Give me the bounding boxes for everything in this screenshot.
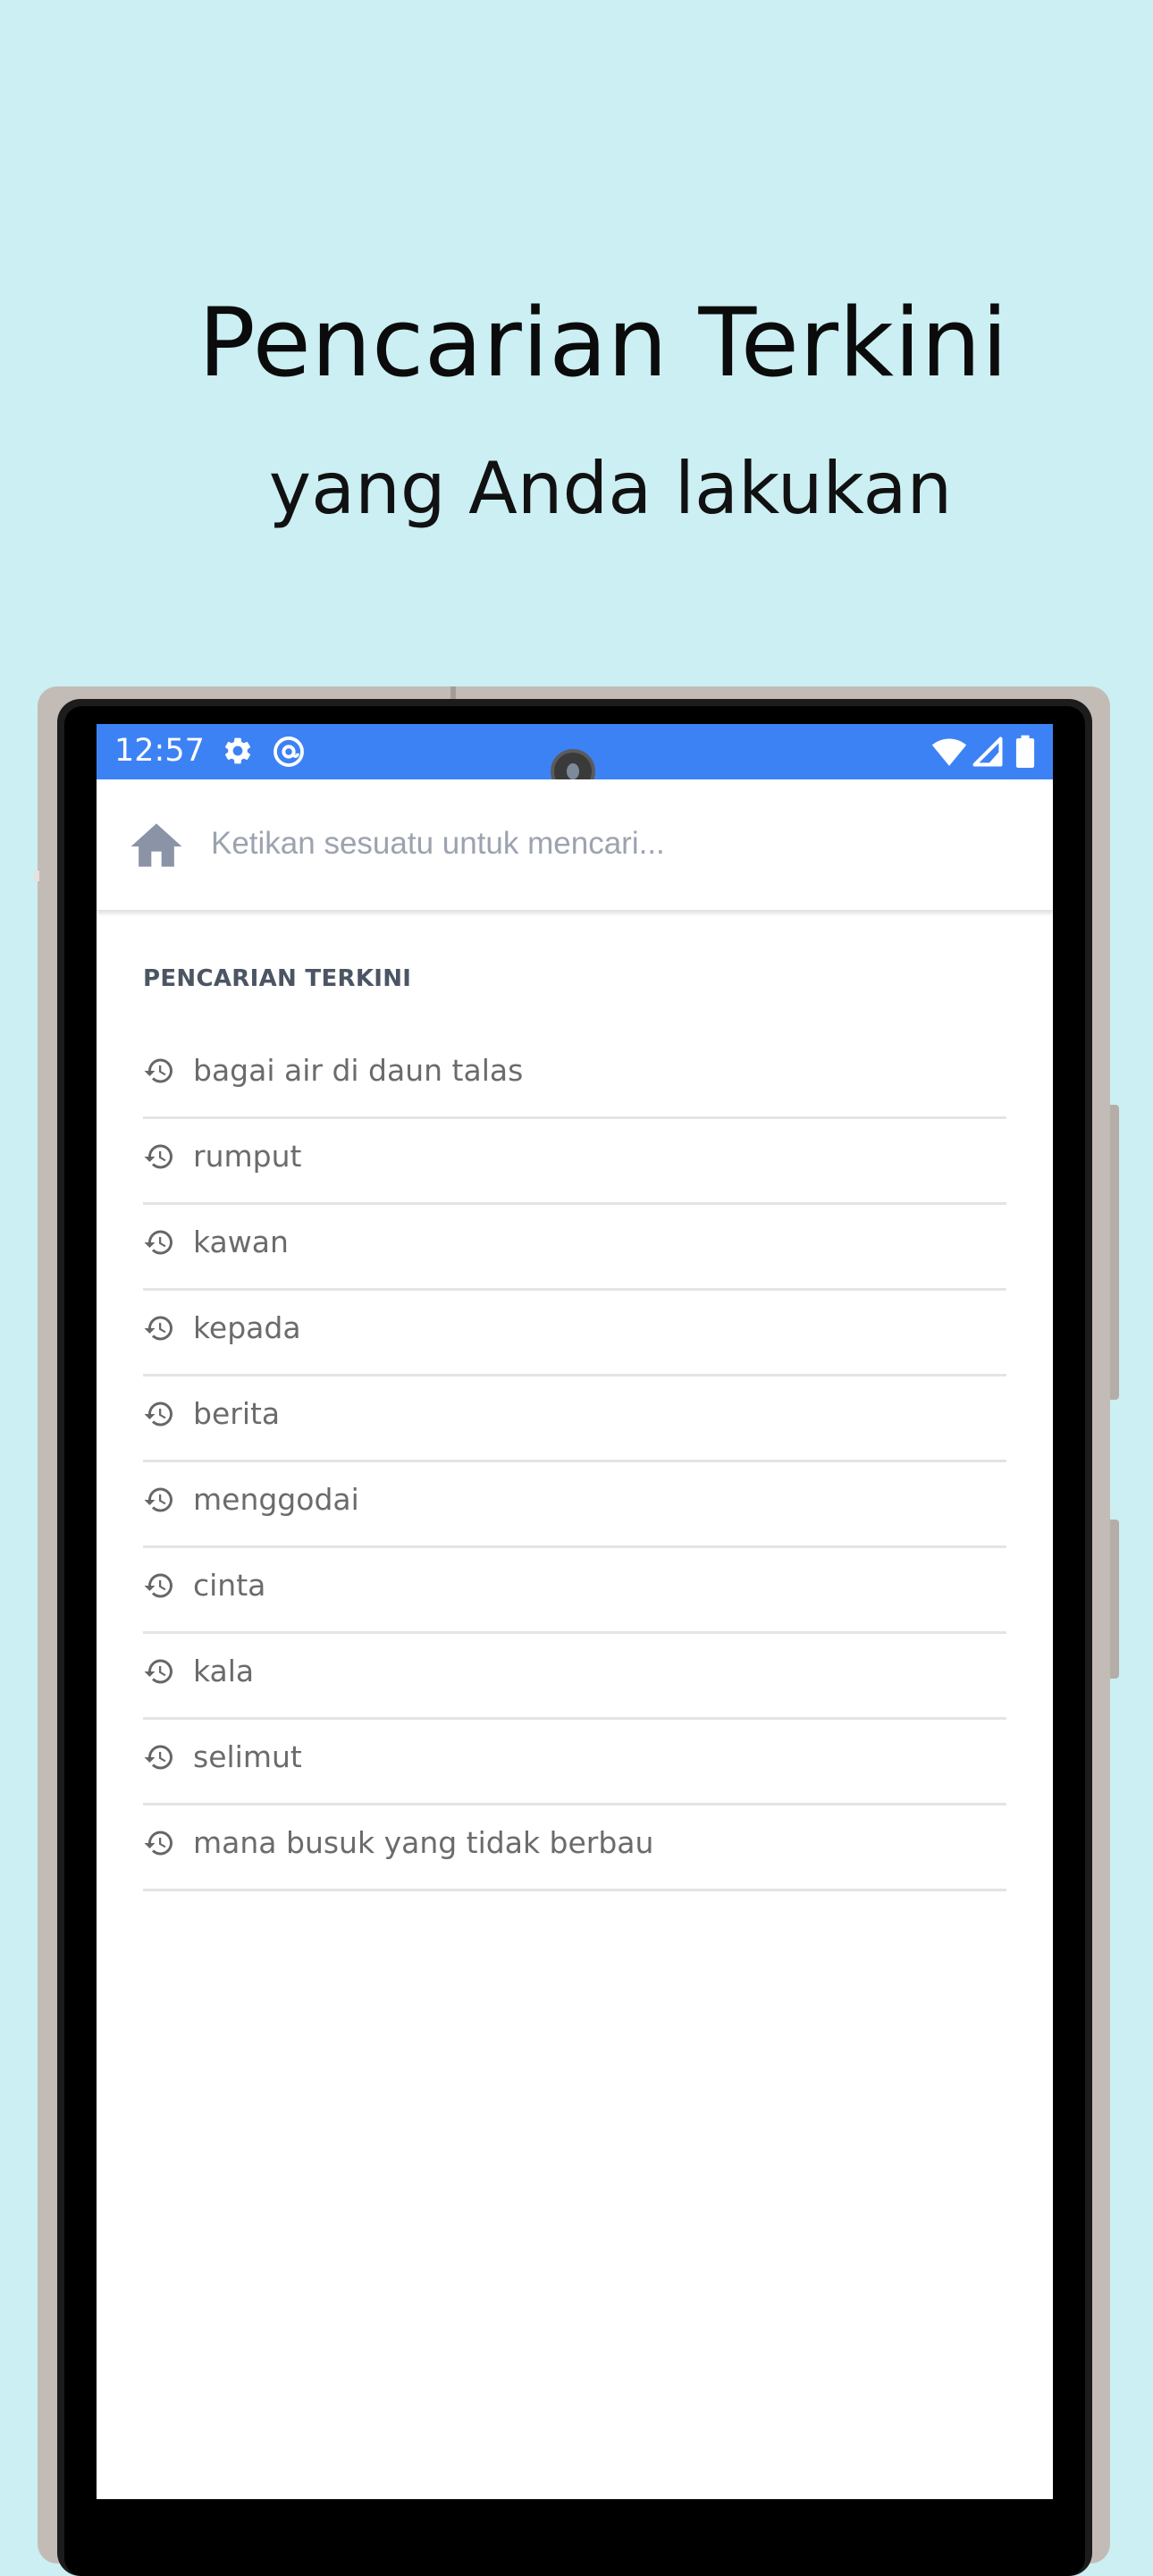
recent-searches-list: bagai air di daun talas rumput kawan kep… bbox=[143, 1033, 1006, 1891]
history-icon bbox=[144, 1659, 173, 1684]
signal-icon bbox=[972, 737, 1003, 767]
history-icon bbox=[144, 1573, 173, 1598]
promo-subtitle: yang Anda lakukan bbox=[268, 447, 953, 530]
list-item[interactable]: mana busuk yang tidak berbau bbox=[143, 1806, 1006, 1891]
at-sign-icon bbox=[274, 737, 304, 767]
history-icon bbox=[144, 1487, 173, 1512]
list-item[interactable]: bagai air di daun talas bbox=[143, 1033, 1006, 1119]
list-item-label: mana busuk yang tidak berbau bbox=[193, 1825, 654, 1860]
list-item[interactable]: menggodai bbox=[143, 1462, 1006, 1548]
app-screen: 12:57 PENCARIAN TERKINI bbox=[97, 724, 1053, 2499]
list-item-label: kawan bbox=[193, 1225, 289, 1259]
list-item-label: kala bbox=[193, 1654, 255, 1688]
list-item[interactable]: kawan bbox=[143, 1205, 1006, 1291]
list-item[interactable]: kala bbox=[143, 1634, 1006, 1720]
list-item[interactable]: rumput bbox=[143, 1119, 1006, 1205]
history-icon bbox=[144, 1745, 173, 1770]
history-icon bbox=[144, 1144, 173, 1169]
status-time: 12:57 bbox=[114, 733, 205, 769]
history-icon bbox=[144, 1058, 173, 1083]
phone-side-notch bbox=[34, 871, 39, 881]
list-item-label: rumput bbox=[193, 1139, 302, 1174]
search-input[interactable] bbox=[211, 815, 1015, 872]
list-item[interactable]: berita bbox=[143, 1376, 1006, 1462]
recent-searches-title: PENCARIAN TERKINI bbox=[143, 965, 412, 992]
list-item-label: selimut bbox=[193, 1739, 302, 1774]
history-icon bbox=[144, 1316, 173, 1341]
search-bar bbox=[97, 779, 1053, 911]
phone-side-button bbox=[1110, 1105, 1119, 1400]
list-item-label: kepada bbox=[193, 1310, 301, 1345]
history-icon bbox=[144, 1831, 173, 1856]
list-item-label: cinta bbox=[193, 1568, 266, 1603]
wifi-icon bbox=[931, 738, 967, 766]
list-item-label: bagai air di daun talas bbox=[193, 1053, 524, 1088]
gear-icon bbox=[224, 737, 251, 764]
list-item[interactable]: kepada bbox=[143, 1291, 1006, 1376]
history-icon bbox=[144, 1230, 173, 1255]
promo-title: Pencarian Terkini bbox=[198, 288, 1009, 398]
list-item-label: berita bbox=[193, 1396, 281, 1431]
list-item[interactable]: selimut bbox=[143, 1720, 1006, 1806]
list-item-label: menggodai bbox=[193, 1482, 359, 1517]
phone-side-button bbox=[1110, 1520, 1119, 1679]
list-item[interactable]: cinta bbox=[143, 1548, 1006, 1634]
home-icon[interactable] bbox=[130, 822, 182, 869]
history-icon bbox=[144, 1402, 173, 1427]
battery-icon bbox=[1015, 735, 1035, 768]
